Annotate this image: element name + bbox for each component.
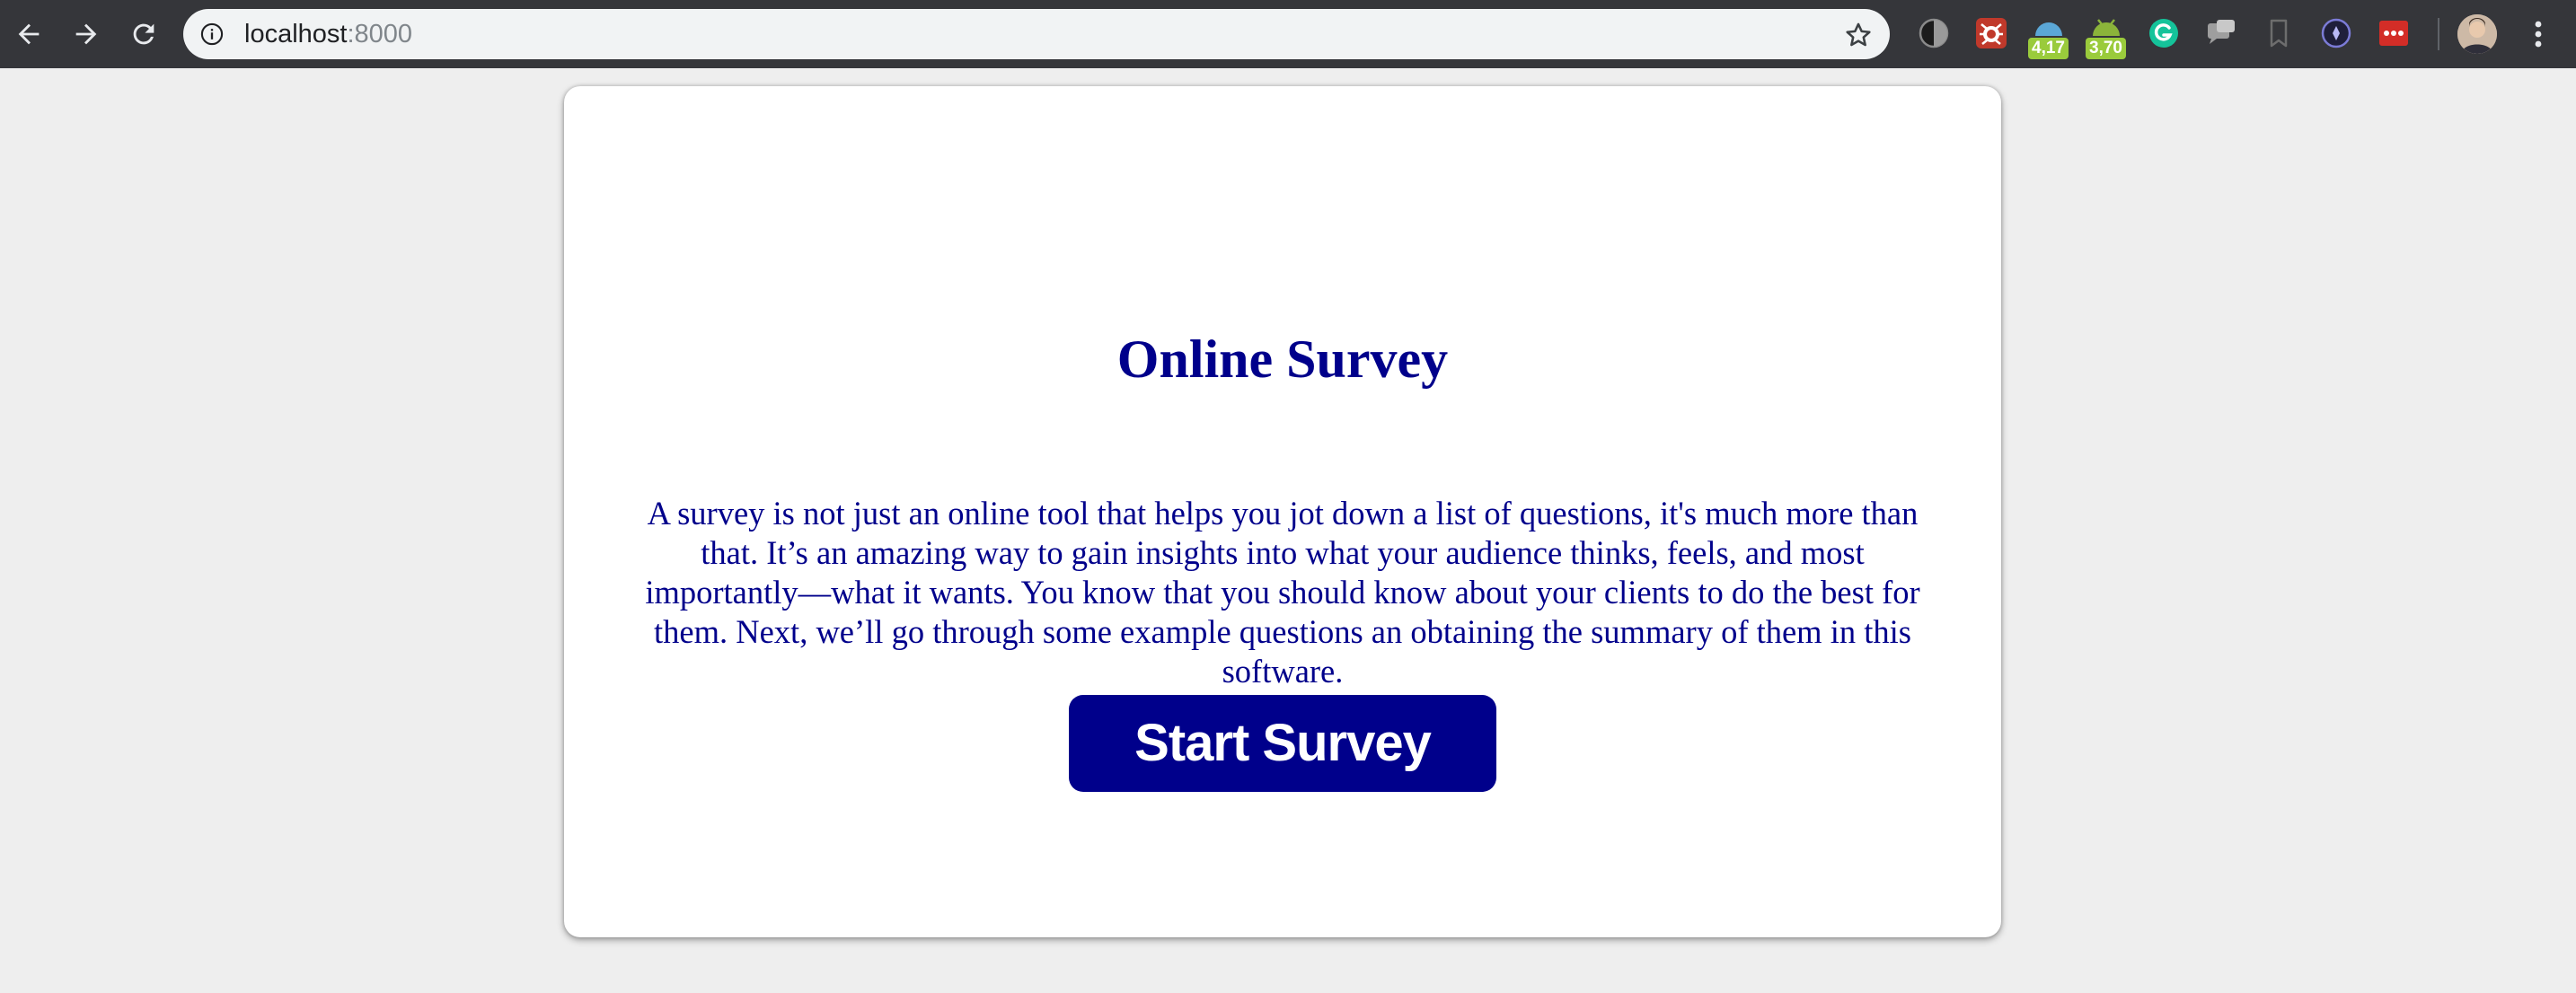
reload-icon	[133, 23, 154, 45]
android-badge: 3,70	[2086, 38, 2126, 59]
address-bar[interactable]: localhost:8000	[183, 9, 1890, 59]
profile-avatar[interactable]	[2457, 14, 2497, 54]
star-icon[interactable]	[1843, 20, 1874, 50]
arrow-right-icon	[75, 23, 97, 45]
kebab-menu-icon[interactable]	[2522, 14, 2554, 54]
lastpass-extension-icon[interactable]	[2377, 16, 2411, 50]
survey-card: Online Survey A survey is not just an on…	[564, 86, 2001, 937]
address-url[interactable]: localhost:8000	[244, 9, 412, 59]
toolbar-separator	[2438, 18, 2439, 50]
browser-toolbar: localhost:8000 4,17 3,70	[0, 0, 2576, 68]
start-survey-button[interactable]: Start Survey	[1069, 695, 1496, 792]
page-title: Online Survey	[1116, 330, 1449, 389]
bookmark-extension-icon[interactable]	[2262, 16, 2296, 50]
arrow-left-icon	[18, 23, 40, 45]
weather-badge: 4,17	[2028, 38, 2069, 59]
dark-mode-extension-icon[interactable]	[1917, 16, 1951, 50]
bug-extension-icon[interactable]	[1974, 16, 2008, 50]
back-button[interactable]	[4, 9, 54, 59]
grammarly-extension-icon[interactable]	[2147, 16, 2181, 50]
reload-button[interactable]	[119, 9, 169, 59]
chat-extension-icon[interactable]	[2204, 16, 2238, 50]
compass-extension-icon[interactable]	[2319, 16, 2353, 50]
url-host: localhost	[244, 20, 348, 48]
url-port: :8000	[347, 20, 413, 48]
info-icon[interactable]	[199, 22, 225, 47]
avatar-icon	[2457, 14, 2497, 54]
survey-description: A survey is not just an online tool that…	[645, 495, 1920, 690]
forward-button[interactable]	[61, 9, 111, 59]
